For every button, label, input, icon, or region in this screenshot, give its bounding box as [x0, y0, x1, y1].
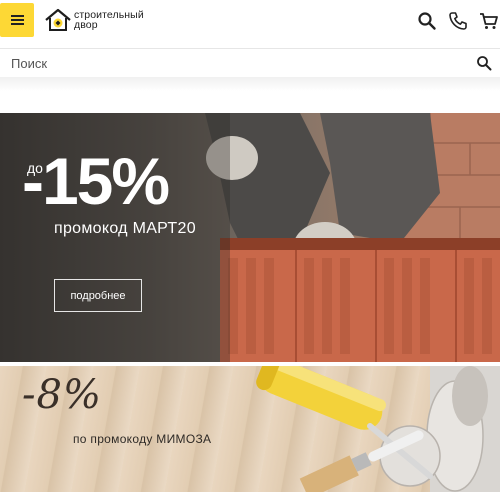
- search-icon[interactable]: [476, 55, 492, 71]
- cart-icon[interactable]: [479, 11, 499, 31]
- details-button[interactable]: подробнее: [54, 279, 142, 312]
- hamburger-menu-icon-line: [11, 23, 24, 25]
- banner-promo-code: промокод МАРТ20: [54, 220, 196, 237]
- header: строительный двор: [0, 0, 500, 44]
- logo-text: строительный двор: [74, 10, 144, 31]
- hamburger-menu-icon-line: [11, 19, 24, 21]
- logo-text-line2: двор: [74, 19, 98, 31]
- banner-promo-code-2: по промокоду МИМОЗА: [73, 432, 212, 446]
- search-input[interactable]: [0, 49, 460, 77]
- logo-house-icon: [45, 8, 71, 31]
- menu-button[interactable]: [0, 3, 34, 37]
- search-icon[interactable]: [417, 11, 437, 31]
- divider: [0, 77, 500, 91]
- banner-discount: -15%: [22, 144, 170, 218]
- search-bar: [0, 48, 500, 78]
- banner-discount-2: -8%: [22, 372, 102, 418]
- hamburger-menu-icon: [11, 15, 24, 17]
- phone-icon[interactable]: [448, 11, 468, 31]
